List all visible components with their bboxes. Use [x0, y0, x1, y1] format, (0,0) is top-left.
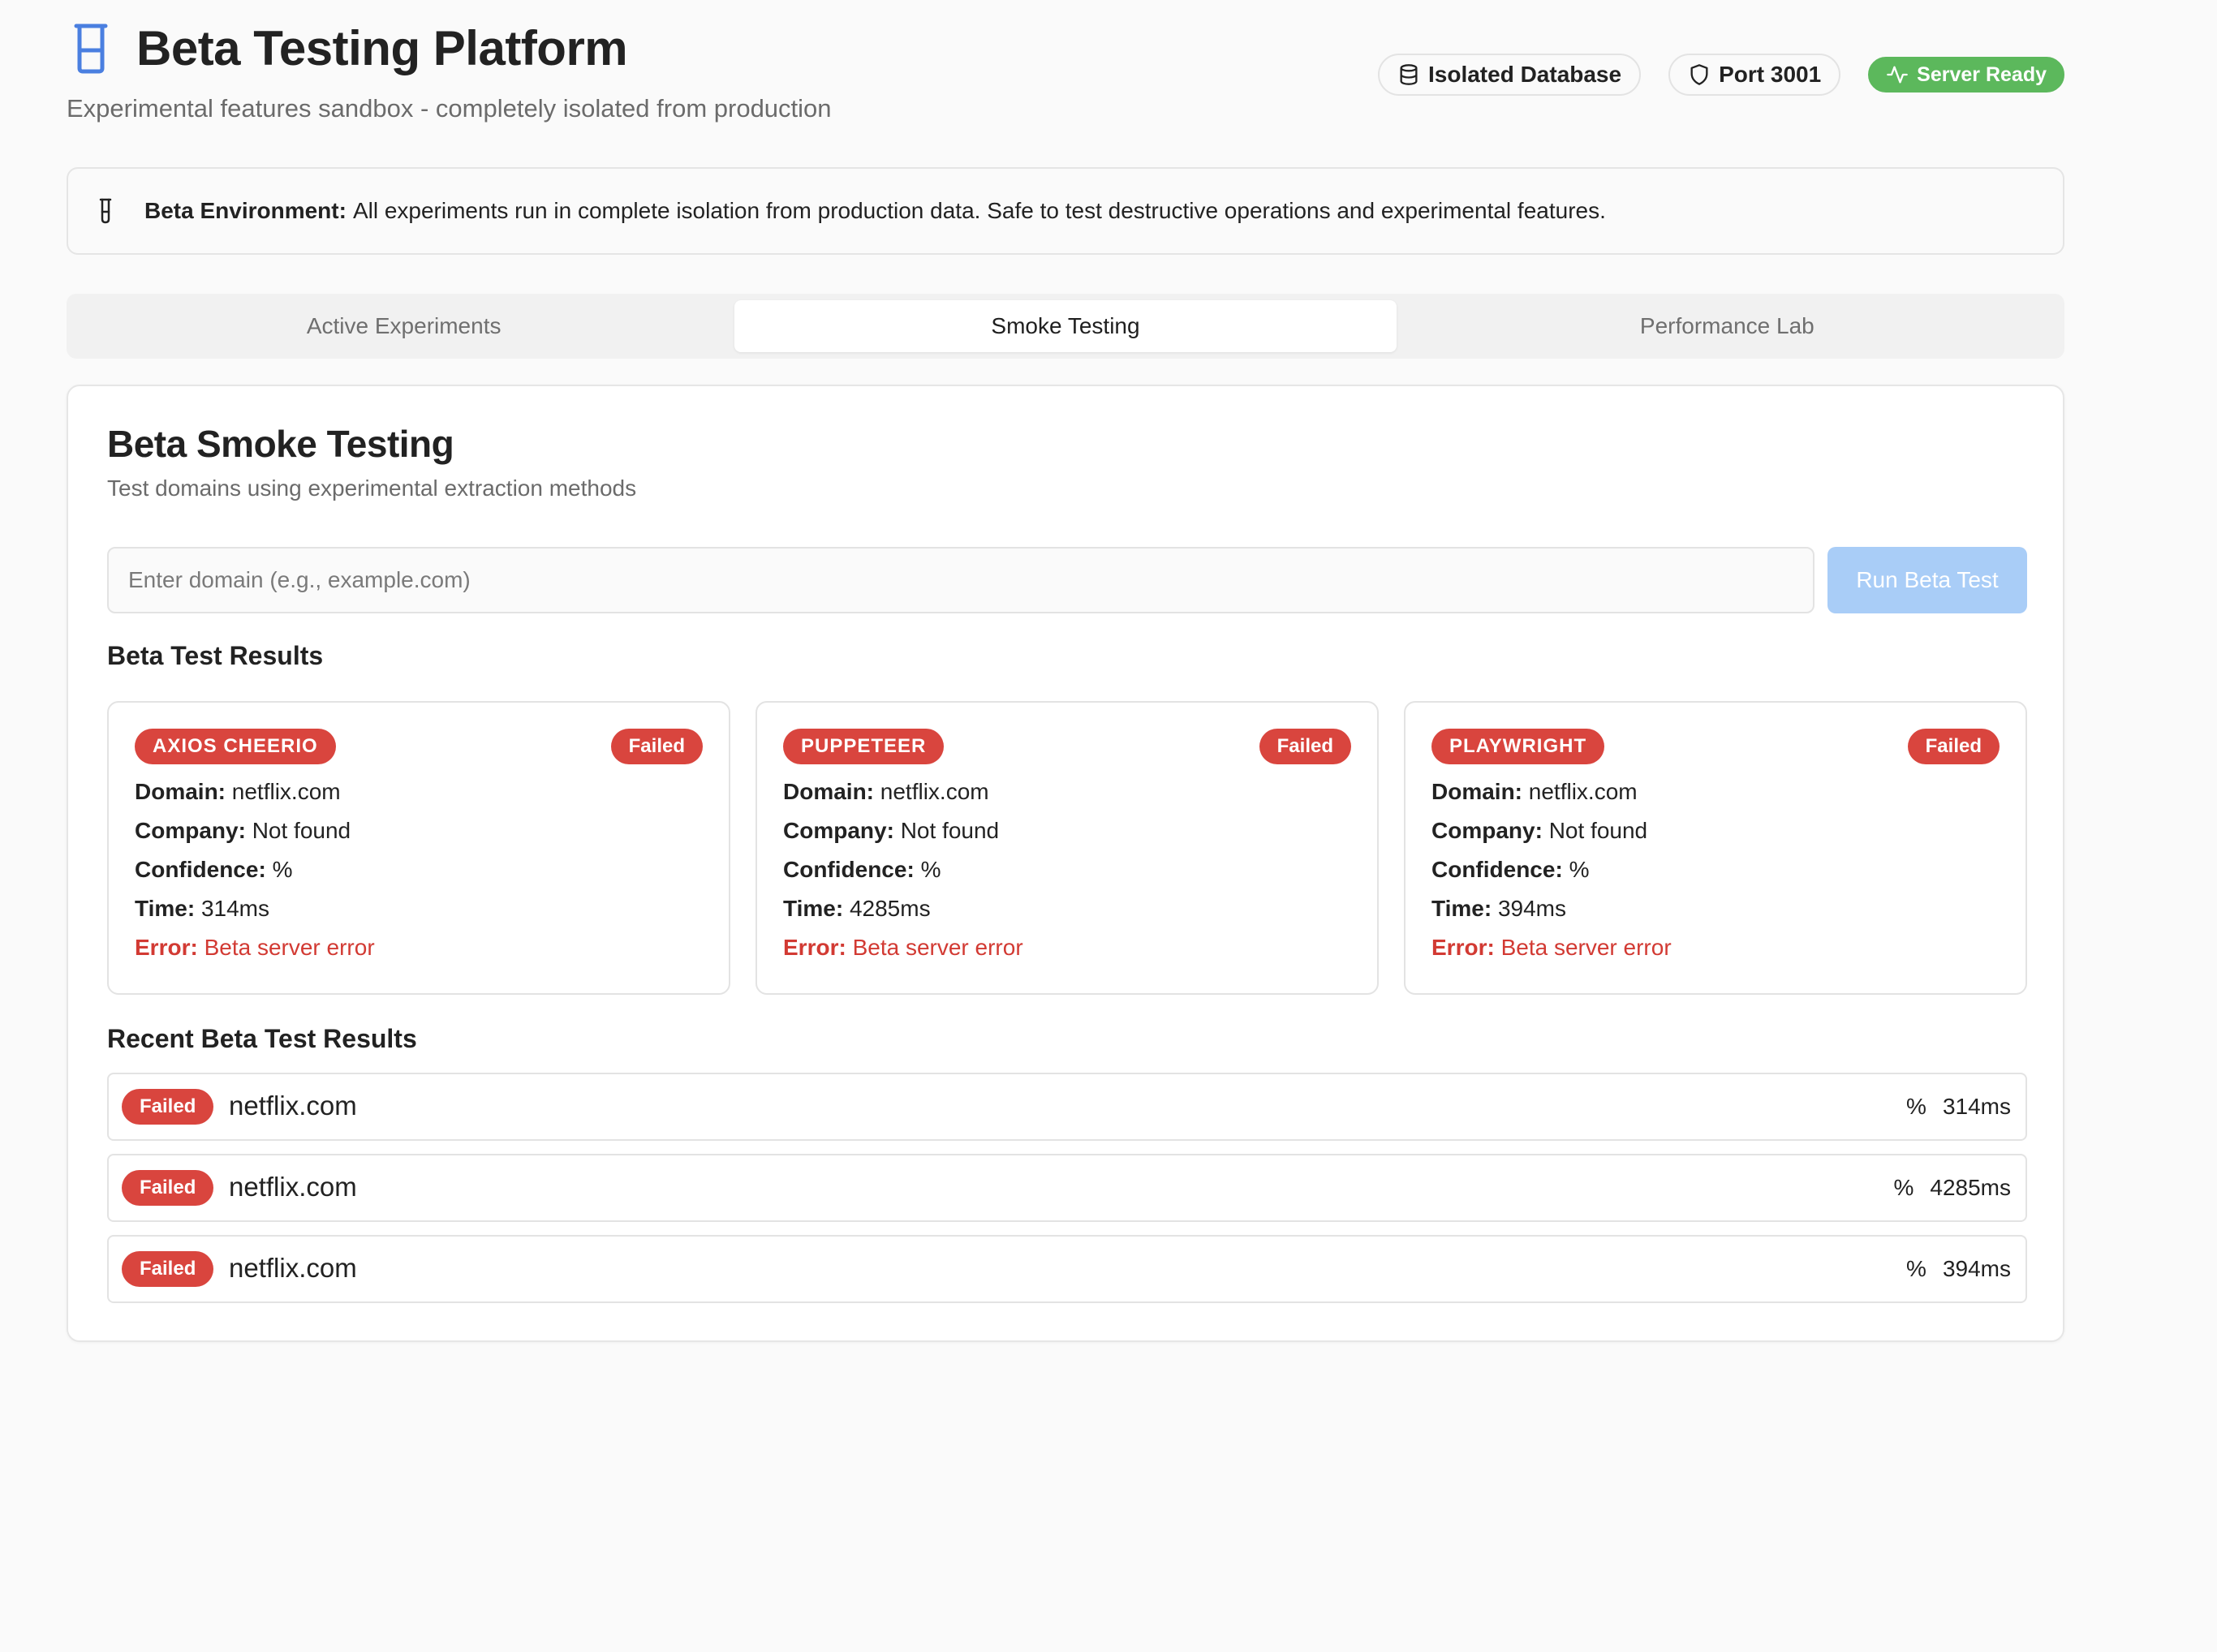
recent-meta: % 394ms: [1906, 1256, 2011, 1282]
recent-results-list: Failed netflix.com % 314ms Failed netfli…: [107, 1073, 2027, 1316]
status-badge: Failed: [122, 1170, 214, 1206]
domain-input[interactable]: [107, 547, 1814, 613]
result-time: Time: 394ms: [1431, 896, 1566, 921]
page-header: Beta Testing Platform Experimental featu…: [67, 19, 2064, 133]
result-confidence: Confidence: %: [135, 857, 293, 882]
database-icon: [1400, 64, 1418, 85]
method-tag: PUPPETEER: [783, 729, 945, 764]
recent-time: 394ms: [1942, 1256, 2011, 1281]
list-item[interactable]: Failed netflix.com % 394ms: [107, 1235, 2027, 1303]
result-company: Company: Not found: [1431, 818, 1648, 843]
server-ready-label: Server Ready: [1917, 62, 2047, 86]
recent-meta: % 314ms: [1906, 1094, 2011, 1120]
result-domain: Domain: netflix.com: [783, 779, 989, 804]
activity-icon: [1887, 66, 1909, 84]
database-badge-label: Isolated Database: [1427, 62, 1622, 87]
results-heading: Beta Test Results: [107, 641, 324, 670]
result-confidence: Confidence: %: [1431, 857, 1590, 882]
smoke-testing-panel: Beta Smoke Testing Test domains using ex…: [67, 385, 2064, 1342]
port-badge: Port 3001: [1668, 54, 1841, 96]
panel-title: Beta Smoke Testing: [107, 423, 454, 465]
recent-time: 314ms: [1942, 1094, 2011, 1119]
beaker-icon: [74, 24, 108, 74]
result-time: Time: 4285ms: [783, 896, 931, 921]
shield-icon: [1690, 64, 1708, 85]
recent-domain: netflix.com: [229, 1172, 357, 1202]
tab-active-experiments[interactable]: Active Experiments: [73, 300, 734, 352]
app-subtitle: Experimental features sandbox - complete…: [67, 94, 832, 123]
recent-confidence: %: [1893, 1175, 1914, 1200]
results-grid: AXIOS CHEERIO Failed Domain: netflix.com…: [107, 701, 2027, 995]
recent-domain: netflix.com: [229, 1091, 357, 1121]
result-card: PUPPETEER Failed Domain: netflix.com Com…: [756, 701, 1379, 995]
status-badge: Failed: [122, 1089, 214, 1125]
test-tube-icon: [99, 198, 112, 224]
recent-results-heading: Recent Beta Test Results: [107, 1024, 417, 1053]
database-badge: Isolated Database: [1377, 54, 1642, 96]
status-badge: Failed: [122, 1251, 214, 1287]
recent-domain: netflix.com: [229, 1253, 357, 1283]
result-company: Company: Not found: [783, 818, 1000, 843]
test-input-row: Run Beta Test: [107, 547, 2027, 613]
result-domain: Domain: netflix.com: [1431, 779, 1638, 804]
method-tag: AXIOS CHEERIO: [135, 729, 336, 764]
port-badge-label: Port 3001: [1719, 62, 1822, 87]
status-badge: Failed: [610, 729, 703, 764]
status-badge: Failed: [1907, 729, 2000, 764]
result-domain: Domain: netflix.com: [135, 779, 341, 804]
tab-bar: Active Experiments Smoke Testing Perform…: [67, 294, 2064, 359]
result-card: PLAYWRIGHT Failed Domain: netflix.com Co…: [1404, 701, 2027, 995]
alert-label: Beta Environment:: [144, 198, 347, 223]
status-badges: Isolated Database Port 3001 Server Ready: [1377, 54, 2064, 96]
result-card: AXIOS CHEERIO Failed Domain: netflix.com…: [107, 701, 730, 995]
recent-meta: % 4285ms: [1893, 1175, 2011, 1201]
recent-time: 4285ms: [1930, 1175, 2011, 1200]
beta-environment-alert: Beta Environment: All experiments run in…: [67, 167, 2064, 255]
status-badge: Failed: [1259, 729, 1351, 764]
recent-confidence: %: [1906, 1094, 1926, 1119]
list-item[interactable]: Failed netflix.com % 4285ms: [107, 1154, 2027, 1222]
app-title: Beta Testing Platform: [136, 21, 628, 75]
result-time: Time: 314ms: [135, 896, 269, 921]
result-error: Error: Beta server error: [135, 935, 375, 960]
recent-confidence: %: [1906, 1256, 1926, 1281]
alert-text: All experiments run in complete isolatio…: [352, 198, 1606, 223]
result-confidence: Confidence: %: [783, 857, 941, 882]
run-beta-test-button[interactable]: Run Beta Test: [1827, 547, 2027, 613]
server-ready-badge: Server Ready: [1868, 57, 2064, 92]
method-tag: PLAYWRIGHT: [1431, 729, 1605, 764]
list-item[interactable]: Failed netflix.com % 314ms: [107, 1073, 2027, 1141]
panel-description: Test domains using experimental extracti…: [107, 475, 637, 501]
result-company: Company: Not found: [135, 818, 351, 843]
tab-smoke-testing[interactable]: Smoke Testing: [734, 300, 1397, 352]
tab-performance-lab[interactable]: Performance Lab: [1397, 300, 2058, 352]
result-error: Error: Beta server error: [1431, 935, 1672, 960]
result-error: Error: Beta server error: [783, 935, 1023, 960]
